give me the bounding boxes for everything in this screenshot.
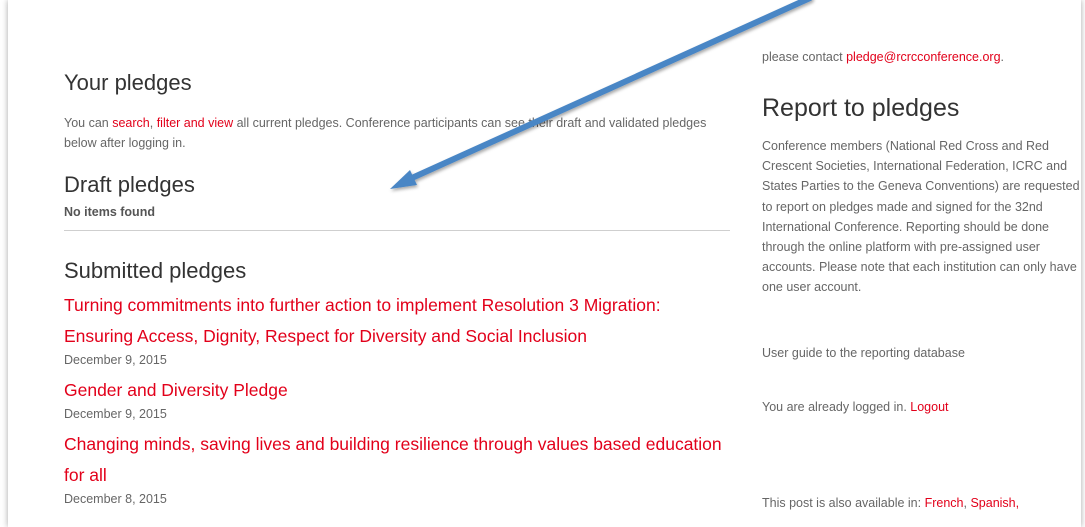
intro-text-before: You can <box>64 116 113 130</box>
page-frame: Your pledges You can search, filter and … <box>8 0 1081 527</box>
pledge-date: December 9, 2015 <box>64 407 167 421</box>
contact-email-link[interactable]: pledge@rcrcconference.org <box>846 50 1000 64</box>
login-status: You are already logged in. Logout <box>762 400 949 414</box>
lang-french-link[interactable]: French <box>925 496 964 510</box>
submitted-pledges-heading: Submitted pledges <box>64 258 247 283</box>
contact-line: please contact pledge@rcrcconference.org… <box>762 50 1004 64</box>
pledge-date: December 9, 2015 <box>64 353 167 367</box>
pledge-title-link[interactable]: Turning commitments into further action … <box>64 290 732 352</box>
your-pledges-heading: Your pledges <box>64 70 192 95</box>
intro-paragraph: You can search, filter and view all curr… <box>64 113 724 153</box>
lang-trailing: , <box>1015 496 1020 510</box>
contact-suffix: . <box>1000 50 1005 64</box>
pledge-item: Turning commitments into further action … <box>64 290 732 369</box>
pledge-date: December 8, 2015 <box>64 492 167 506</box>
pledge-title-link[interactable]: Changing minds, saving lives and buildin… <box>64 429 732 491</box>
report-description: Conference members (National Red Cross a… <box>762 139 1080 295</box>
search-link[interactable]: search <box>112 116 150 130</box>
contact-prefix: please contact <box>762 50 847 64</box>
intro-sep: , <box>149 116 157 130</box>
filter-and-view-link[interactable]: filter and view <box>157 116 233 130</box>
draft-pledges-heading: Draft pledges <box>64 172 195 197</box>
no-items-message: No items found <box>64 205 155 219</box>
logged-in-text: You are already logged in. <box>762 400 911 414</box>
pledge-item: Changing minds, saving lives and buildin… <box>64 429 732 508</box>
language-availability: This post is also available in: French, … <box>762 496 1019 510</box>
report-to-pledges-heading: Report to pledges <box>762 94 960 122</box>
user-guide-link[interactable]: User guide to the reporting database <box>762 346 965 360</box>
submitted-pledges-list: Turning commitments into further action … <box>64 290 732 514</box>
arrow-icon <box>390 0 813 189</box>
pledge-item: Gender and Diversity Pledge December 9, … <box>64 375 732 423</box>
lang-text: This post is also available in: <box>762 496 925 510</box>
section-divider <box>64 230 730 231</box>
pledge-title-link[interactable]: Gender and Diversity Pledge <box>64 375 732 406</box>
logout-link[interactable]: Logout <box>910 400 948 414</box>
lang-spanish-link[interactable]: Spanish <box>970 496 1015 510</box>
